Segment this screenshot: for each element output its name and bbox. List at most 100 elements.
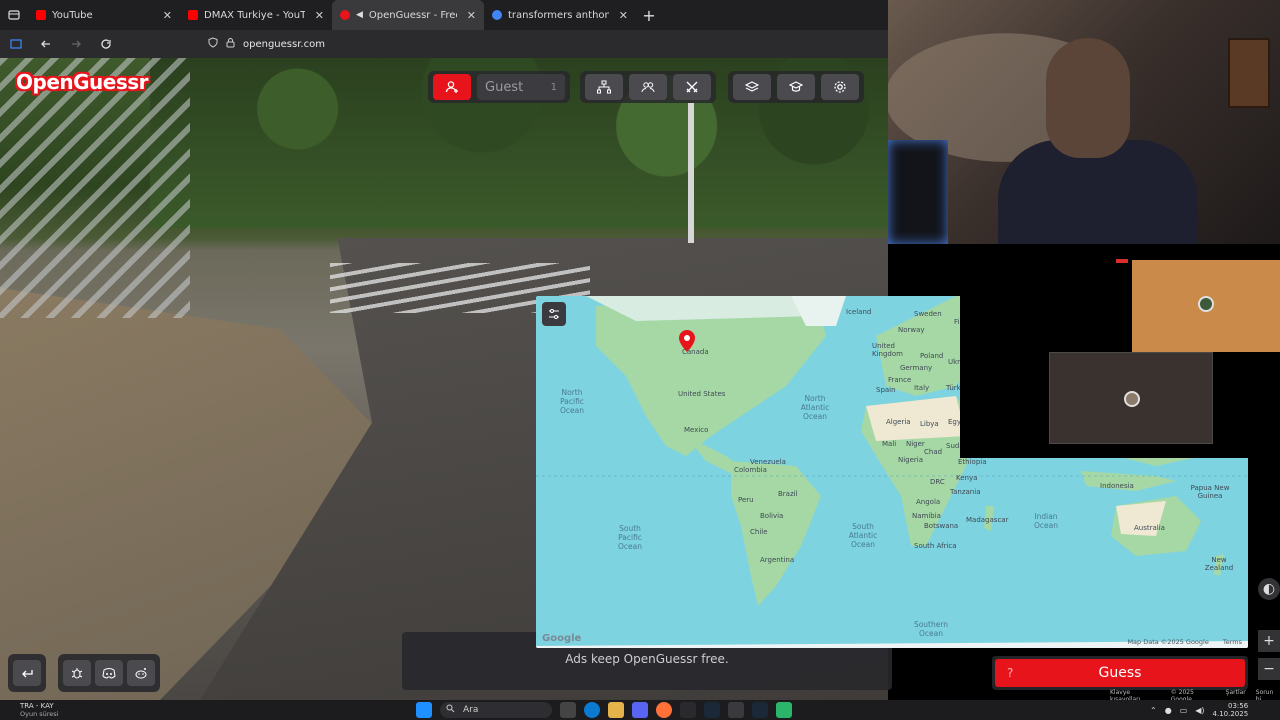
map-layers-button[interactable] <box>733 74 771 100</box>
participant-tile <box>1049 352 1213 444</box>
weather-subtitle: Oyun süresi <box>20 710 59 718</box>
map-label: Peru <box>738 496 754 504</box>
mode-toolbar <box>580 71 716 103</box>
player-toolbar: Guest 1 <box>428 71 570 103</box>
map-attribution: Map Data ©2025 Google <box>1127 638 1209 646</box>
reddit-button[interactable] <box>127 660 155 686</box>
openguessr-logo[interactable]: OpenGuessr <box>16 70 149 94</box>
account-button[interactable] <box>433 74 471 100</box>
guess-button[interactable]: ? Guess <box>995 659 1245 687</box>
map-label: Papua New Guinea <box>1190 484 1230 500</box>
shield-icon[interactable] <box>208 37 218 51</box>
party-button[interactable] <box>629 74 667 100</box>
map-label: United Kingdom <box>872 342 903 358</box>
new-tab-button[interactable]: + <box>636 6 662 25</box>
map-label: Ethiopia <box>958 458 987 466</box>
footbridge-stairs <box>0 58 190 318</box>
map-label: Venezuela <box>750 458 786 466</box>
player-count: 1 <box>550 81 557 93</box>
learn-button[interactable] <box>777 74 815 100</box>
discord-icon[interactable] <box>632 702 648 718</box>
close-tab-icon[interactable]: ✕ <box>619 9 628 22</box>
microphone-icon[interactable]: ● <box>1165 706 1172 715</box>
tab-google-search[interactable]: transformers anthony hopkins ✕ <box>484 0 636 30</box>
address-bar[interactable]: openguessr.com <box>208 37 325 51</box>
lock-icon[interactable] <box>226 37 235 51</box>
google-logo: Google <box>542 633 582 644</box>
zoom-out-button[interactable]: − <box>1258 658 1280 680</box>
edge-icon[interactable] <box>584 702 600 718</box>
monitor <box>888 140 948 244</box>
weather-widget[interactable]: TRA - KAY Oyun süresi <box>20 702 59 718</box>
tab-youtube[interactable]: YouTube ✕ <box>28 0 180 30</box>
battle-button[interactable] <box>673 74 711 100</box>
map-label: Algeria <box>886 418 911 426</box>
map-label: Angola <box>916 498 941 506</box>
guess-panel: ? Guess <box>992 656 1248 690</box>
tab-openguessr[interactable]: ◀ OpenGuessr - Free GeoGue ✕ <box>332 0 484 30</box>
clock[interactable]: 03:56 4.10.2025 <box>1213 702 1249 718</box>
windows-start-icon[interactable] <box>416 702 432 718</box>
close-tab-icon[interactable]: ✕ <box>315 9 324 22</box>
multiplayer-button[interactable] <box>585 74 623 100</box>
ads-text: Ads keep OpenGuessr free. <box>565 652 729 666</box>
chevron-up-icon[interactable]: ⌃ <box>1150 706 1157 715</box>
compass-icon[interactable]: ◐ <box>1258 578 1280 600</box>
call-indicator <box>1116 259 1128 263</box>
reload-icon[interactable] <box>98 36 114 52</box>
tab-dmax[interactable]: DMAX Turkiye - YouTube ✕ <box>180 0 332 30</box>
clock-time: 03:56 <box>1227 702 1249 710</box>
youtube-icon <box>188 10 198 20</box>
taskbar-search[interactable]: Ara <box>440 702 552 718</box>
settings-toolbar <box>728 71 864 103</box>
reddit-icon <box>135 668 147 679</box>
firefox-icon[interactable] <box>656 702 672 718</box>
volume-icon[interactable]: ◀) <box>1195 706 1204 715</box>
map-footer: Map Data ©2025 Google Terms <box>1127 638 1242 646</box>
sidebar-toggle-icon[interactable] <box>8 36 24 52</box>
app-icon[interactable] <box>680 702 696 718</box>
undo-group <box>8 654 46 692</box>
back-icon[interactable] <box>38 36 54 52</box>
windows-taskbar: TRA - KAY Oyun süresi Ara ⌃ ● ▭ ◀) 03:56… <box>0 700 1280 720</box>
tab-title: OpenGuessr - Free GeoGue <box>368 9 457 21</box>
file-explorer-icon[interactable] <box>608 702 624 718</box>
tab-actions-icon[interactable] <box>0 0 28 30</box>
player-name-field[interactable]: Guest 1 <box>477 74 565 100</box>
map-label: Madagascar <box>966 516 1009 524</box>
map-label: Australia <box>1134 524 1165 532</box>
app-icon[interactable] <box>776 702 792 718</box>
close-tab-icon[interactable]: ✕ <box>467 9 476 22</box>
forward-icon[interactable] <box>68 36 84 52</box>
help-icon[interactable]: ? <box>1007 666 1013 680</box>
wall-picture <box>1228 38 1270 108</box>
ocean-label: Southern Ocean <box>913 620 949 638</box>
map-label: Norway <box>898 326 925 334</box>
search-label: Ara <box>463 705 479 715</box>
map-settings-button[interactable] <box>542 302 566 326</box>
map-label: Spain <box>876 386 896 394</box>
zoom-in-button[interactable]: + <box>1258 630 1280 652</box>
avatar <box>1124 391 1140 407</box>
network-icon[interactable]: ▭ <box>1180 706 1188 715</box>
map-label: United States <box>678 390 726 398</box>
map-label: Sweden <box>914 310 942 318</box>
youtube-icon <box>36 10 46 20</box>
discord-button[interactable] <box>95 660 123 686</box>
close-tab-icon[interactable]: ✕ <box>163 9 172 22</box>
steam-icon[interactable] <box>704 702 720 718</box>
speaker-icon[interactable]: ◀ <box>356 10 363 20</box>
app-icon[interactable] <box>728 702 744 718</box>
map-label: Argentina <box>760 556 795 564</box>
return-button[interactable] <box>13 660 41 686</box>
steam-icon[interactable] <box>752 702 768 718</box>
task-view-icon[interactable] <box>560 702 576 718</box>
map-label: Kenya <box>956 474 978 482</box>
tab-title: DMAX Turkiye - YouTube <box>204 9 305 21</box>
map-label: Botswana <box>924 522 959 530</box>
crossed-swords-icon <box>686 81 698 93</box>
settings-button[interactable] <box>821 74 859 100</box>
map-terms-link[interactable]: Terms <box>1223 638 1242 646</box>
report-bug-button[interactable] <box>63 660 91 686</box>
browser-toolbar: openguessr.com <box>0 30 888 58</box>
